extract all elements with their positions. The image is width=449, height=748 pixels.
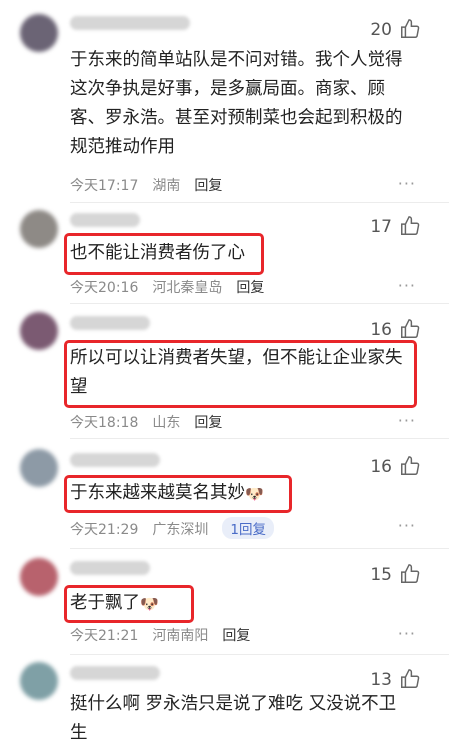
reply-count-button[interactable]: 1回复 <box>222 517 274 539</box>
comment-time: 今天21:29 <box>70 522 139 538</box>
comment-item: 20 于东来的简单站队是不问对错。我个人觉得这次争执是好事，是多赢局面。商家、顾… <box>0 0 449 200</box>
comment-item: 13 挺什么啊 罗永浩只是说了难吃 又没说不卫生 <box>0 660 449 748</box>
comment-time: 今天18:18 <box>70 415 139 431</box>
thumbs-up-icon[interactable] <box>399 215 421 237</box>
more-options-icon[interactable]: ··· <box>398 174 416 193</box>
thumbs-up-icon[interactable] <box>399 668 421 690</box>
avatar[interactable] <box>20 14 58 52</box>
reply-button[interactable]: 回复 <box>194 415 222 431</box>
comment-location: 山东 <box>152 415 181 431</box>
username-blurred[interactable] <box>70 666 160 680</box>
dog-emoji-icon: 🐶 <box>245 485 264 503</box>
divider <box>70 303 449 304</box>
comment-location: 湖南 <box>152 178 181 194</box>
more-options-icon[interactable]: ··· <box>398 516 416 535</box>
avatar[interactable] <box>20 662 58 700</box>
username-blurred[interactable] <box>70 561 150 575</box>
username-blurred[interactable] <box>70 16 190 30</box>
comment-meta: 今天17:17 湖南 回复 <box>70 175 236 195</box>
comment-location: 广东深圳 <box>152 522 209 538</box>
divider <box>70 548 449 549</box>
comment-item: 15 老于飘了🐶 今天21:21 河南南阳 回复 ··· <box>0 553 449 653</box>
comment-text: 所以可以让消费者失望，但不能让企业家失望 <box>70 348 403 397</box>
comment-item: 16 所以可以让消费者失望，但不能让企业家失望 今天18:18 山东 回复 ··· <box>0 308 449 433</box>
comment-text: 于东来越来越莫名其妙🐶 <box>70 479 419 509</box>
like-count: 17 <box>370 217 392 237</box>
comment-item: 17 也不能让消费者伤了心 今天20:16 河北秦皇岛 回复 ··· <box>0 205 449 300</box>
like-count: 15 <box>370 565 392 585</box>
dog-emoji-icon: 🐶 <box>140 595 159 613</box>
divider <box>70 654 449 655</box>
comment-location: 河南南阳 <box>152 628 209 644</box>
comment-text: 也不能让消费者伤了心 <box>70 243 245 263</box>
divider <box>70 438 449 439</box>
comment-time: 今天20:16 <box>70 280 139 296</box>
comment-meta: 今天21:29 广东深圳 1回复 <box>70 517 288 539</box>
comment-time: 今天21:21 <box>70 628 139 644</box>
avatar[interactable] <box>20 312 58 350</box>
username-blurred[interactable] <box>70 316 150 330</box>
comment-time: 今天17:17 <box>70 178 139 194</box>
divider <box>70 202 449 203</box>
thumbs-up-icon[interactable] <box>399 563 421 585</box>
like-count: 13 <box>370 670 392 690</box>
avatar[interactable] <box>20 449 58 487</box>
username-blurred[interactable] <box>70 453 160 467</box>
like-count: 20 <box>370 20 392 40</box>
comment-location: 河北秦皇岛 <box>152 280 223 296</box>
more-options-icon[interactable]: ··· <box>398 411 416 430</box>
reply-button[interactable]: 回复 <box>236 280 264 296</box>
comment-text: 挺什么啊 罗永浩只是说了难吃 又没说不卫生 <box>70 694 397 743</box>
avatar[interactable] <box>20 558 58 596</box>
like-count: 16 <box>370 457 392 477</box>
comment-text-body: 老于飘了 <box>70 593 140 613</box>
comment-text-body: 于东来越来越莫名其妙 <box>70 483 245 503</box>
comment-meta: 今天20:16 河北秦皇岛 回复 <box>70 277 278 297</box>
comment-meta: 今天18:18 山东 回复 <box>70 412 236 432</box>
thumbs-up-icon[interactable] <box>399 455 421 477</box>
username-blurred[interactable] <box>70 213 140 227</box>
reply-button[interactable]: 回复 <box>222 628 250 644</box>
thumbs-up-icon[interactable] <box>399 318 421 340</box>
comment-item: 16 于东来越来越莫名其妙🐶 今天21:29 广东深圳 1回复 ··· <box>0 445 449 550</box>
reply-button[interactable]: 回复 <box>194 178 222 194</box>
more-options-icon[interactable]: ··· <box>398 276 416 295</box>
like-count: 16 <box>370 320 392 340</box>
comment-text: 于东来的简单站队是不问对错。我个人觉得这次争执是好事，是多赢局面。商家、顾客、罗… <box>70 50 403 157</box>
more-options-icon[interactable]: ··· <box>398 624 416 643</box>
avatar[interactable] <box>20 210 58 248</box>
comment-text: 老于飘了🐶 <box>70 589 419 619</box>
comment-meta: 今天21:21 河南南阳 回复 <box>70 625 264 645</box>
thumbs-up-icon[interactable] <box>399 18 421 40</box>
